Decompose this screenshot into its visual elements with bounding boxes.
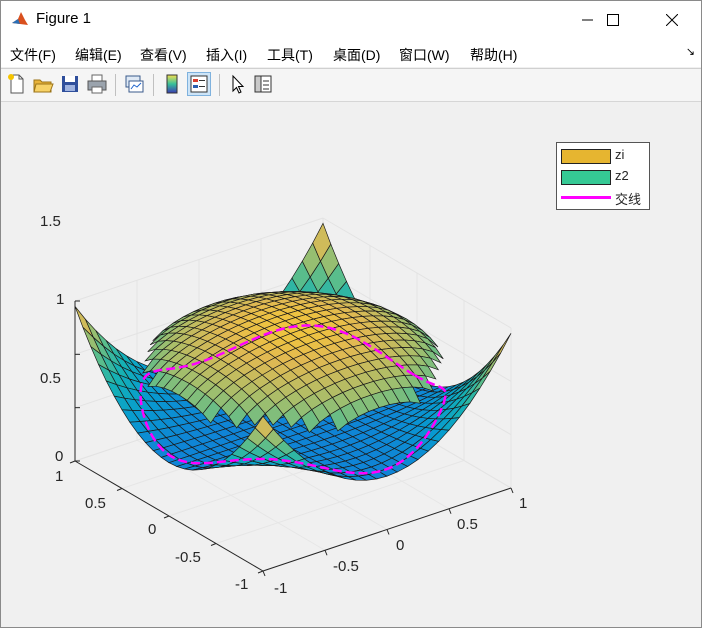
insert-colorbar-icon[interactable]	[161, 73, 183, 95]
toolbar-separator	[115, 74, 116, 96]
y-tick-mark	[163, 515, 170, 519]
maximize-icon	[607, 14, 619, 26]
legend-entry: 交线	[560, 189, 648, 207]
insert-legend-icon[interactable]	[187, 72, 211, 96]
x-tick-mark	[448, 508, 452, 514]
open-file-icon[interactable]	[32, 73, 54, 95]
menu-window[interactable]: 窗口(W)	[399, 45, 450, 65]
surface-patch-z2	[492, 333, 512, 363]
y-tick-mark	[257, 570, 264, 574]
legend[interactable]: zi z2 交线	[556, 142, 650, 210]
legend-entry: zi	[560, 147, 648, 164]
window-title: Figure 1	[36, 10, 92, 27]
pointer-icon[interactable]	[226, 73, 248, 95]
x-tick-mark	[510, 487, 514, 494]
title-bar[interactable]: Figure 1	[1, 1, 701, 39]
matlab-logo-icon	[10, 10, 30, 30]
print-icon[interactable]	[86, 73, 108, 95]
z-tick-label: 1.5	[40, 213, 61, 230]
y-tick-label: 1	[55, 468, 64, 485]
x-tick-label: -0.5	[333, 558, 359, 575]
property-inspector-icon[interactable]	[252, 73, 274, 95]
z-tick-label: 1	[56, 291, 65, 308]
y-tick-mark	[69, 460, 76, 464]
x-tick-mark	[262, 570, 266, 577]
menu-file[interactable]: 文件(F)	[10, 45, 56, 65]
z-tick-label: 0	[55, 448, 64, 465]
new-figure-icon[interactable]	[6, 73, 28, 95]
save-icon[interactable]	[59, 73, 81, 95]
menu-desktop[interactable]: 桌面(D)	[333, 45, 380, 65]
x-tick-label: 0	[396, 537, 405, 554]
toolbar-separator	[153, 74, 154, 96]
y-tick-label: 0	[148, 521, 157, 538]
y-tick-label: 0.5	[85, 495, 106, 512]
y-tick-label: -1	[235, 576, 249, 593]
legend-label: 交线	[615, 192, 642, 207]
x-tick-mark	[386, 529, 390, 535]
y-tick-label: -0.5	[175, 549, 201, 566]
x-tick-label: 1	[519, 495, 528, 512]
x-tick-label: 0.5	[457, 516, 478, 533]
dock-arrow-icon[interactable]: ↘	[686, 45, 695, 58]
menu-edit[interactable]: 编辑(E)	[75, 45, 122, 65]
y-tick-mark	[116, 488, 123, 491]
x-tick-label: -1	[274, 580, 288, 597]
close-icon	[666, 14, 678, 26]
x-tick-mark	[324, 550, 328, 556]
menu-bar: 文件(F) 编辑(E) 查看(V) 插入(I) 工具(T) 桌面(D) 窗口(W…	[1, 39, 701, 67]
menu-tools[interactable]: 工具(T)	[267, 45, 313, 65]
y-tick-mark	[210, 543, 217, 546]
z-tick-label: 0.5	[40, 370, 61, 387]
legend-entry: z2	[560, 168, 648, 185]
figure-window: Figure 1 文件(F) 编辑(E) 查看(V) 插入(I) 工具(T) 桌…	[0, 0, 702, 628]
link-plot-icon[interactable]	[123, 73, 145, 95]
menu-view[interactable]: 查看(V)	[140, 45, 187, 65]
menu-help[interactable]: 帮助(H)	[470, 45, 517, 65]
legend-label: zi	[615, 147, 625, 162]
legend-swatch-zi	[561, 149, 611, 164]
close-button[interactable]	[649, 1, 695, 39]
toolbar-separator	[219, 74, 220, 96]
menu-insert[interactable]: 插入(I)	[206, 45, 247, 65]
figure-toolbar	[1, 68, 701, 102]
surface-patch-z2	[484, 344, 504, 371]
legend-label: z2	[615, 168, 629, 183]
legend-swatch-z2	[561, 170, 611, 185]
maximize-button[interactable]	[590, 1, 636, 39]
surface-patch-z2	[74, 306, 94, 338]
legend-line-intersection	[561, 196, 611, 199]
